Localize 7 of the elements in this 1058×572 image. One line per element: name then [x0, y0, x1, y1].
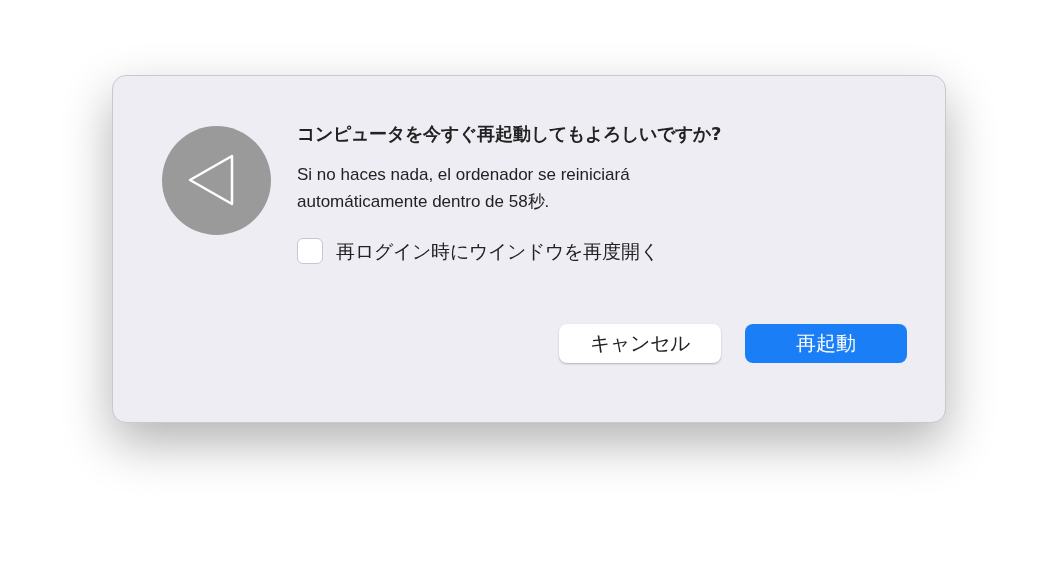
cancel-button[interactable]: キャンセル: [559, 323, 721, 363]
restart-button[interactable]: 再起動: [745, 323, 907, 363]
checkbox[interactable]: [297, 238, 323, 265]
checkbox-label: 再ログイン時にウインドウを再度開く: [336, 239, 659, 264]
dialog-title: コンピュータを今すぐ再起動してもよろしいですか?: [297, 122, 723, 146]
dialog-message: Si no haces nada, el ordenador se reiniciará automáticamente dentro de 58秒.: [297, 164, 631, 213]
restart-icon: [162, 126, 271, 235]
